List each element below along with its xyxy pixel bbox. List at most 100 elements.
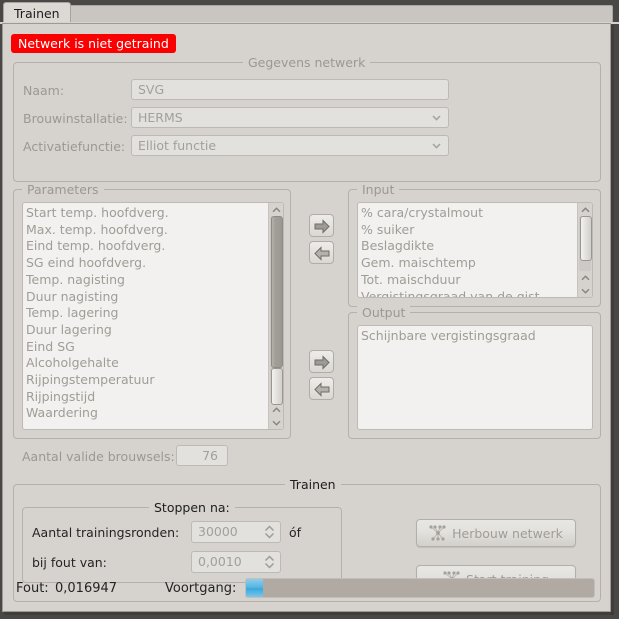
progress-bar-chunk <box>246 579 264 597</box>
error-threshold-spinbox[interactable]: 0,0010 <box>191 551 281 573</box>
progress-label: Voortgang: <box>165 581 237 596</box>
scroll-down-button[interactable] <box>269 416 283 429</box>
chevron-up-icon <box>271 207 281 213</box>
neural-network-icon <box>429 525 446 541</box>
error-threshold-label: bij fout van: <box>32 555 107 570</box>
scroll-down-button[interactable] <box>578 284 592 297</box>
list-item[interactable]: Beslagdikte <box>361 238 592 255</box>
spinner-arrows-icon[interactable] <box>264 554 275 570</box>
input-group-title: Input <box>357 182 400 197</box>
training-group: Trainen Stoppen na: Aantal trainingsrond… <box>13 477 601 602</box>
training-group-title: Trainen <box>285 477 341 492</box>
training-rounds-value: 30000 <box>198 524 238 539</box>
status-badge: Netwerk is niet getraind <box>11 34 176 53</box>
list-item[interactable]: Rijpingstemperatuur <box>26 372 283 389</box>
list-item[interactable]: Eind SG <box>26 339 283 356</box>
parameters-item-container: Start temp. hoofdverg. Max. temp. hoofdve… <box>23 203 283 422</box>
scroll-trough[interactable] <box>579 216 592 271</box>
input-scrollbar[interactable] <box>577 203 592 297</box>
list-item[interactable]: % cara/crystalmout <box>361 205 592 222</box>
output-listbox[interactable]: Schijnbare vergistingsgraad <box>357 325 593 430</box>
list-item[interactable]: Alcoholgehalte <box>26 355 283 372</box>
training-rounds-spinbox[interactable]: 30000 <box>191 521 281 543</box>
list-item[interactable]: Eind temp. hoofdverg. <box>26 238 283 255</box>
list-item[interactable]: Waardering <box>26 405 283 422</box>
output-group-title: Output <box>357 305 411 320</box>
error-status-label: Fout: <box>16 581 49 596</box>
naam-input[interactable]: SVG <box>131 79 449 100</box>
window-shadow-right <box>611 25 614 615</box>
scroll-up-button[interactable] <box>578 203 592 216</box>
network-data-group-title: Gegevens netwerk <box>243 55 371 70</box>
list-item[interactable]: Temp. nagisting <box>26 272 283 289</box>
brouwinstallatie-label: Brouwinstallatie: <box>23 111 128 126</box>
chevron-down-icon <box>580 288 590 294</box>
valid-brews-value: 76 <box>176 445 228 466</box>
tab-trainen[interactable]: Trainen <box>3 2 71 23</box>
parameters-scrollbar[interactable] <box>268 203 283 429</box>
activatiefunctie-combobox[interactable]: Elliot functie <box>131 135 449 156</box>
scroll-thumb[interactable] <box>271 216 283 368</box>
list-item[interactable]: Gem. maischtemp <box>361 255 592 272</box>
left-arrow-icon <box>313 382 329 397</box>
remove-from-input-button[interactable] <box>309 241 334 264</box>
parameters-group: Parameters Start temp. hoofdverg. Max. te… <box>13 182 291 439</box>
remove-from-output-button[interactable] <box>309 377 334 400</box>
scroll-up-button-bottom[interactable] <box>578 271 592 284</box>
list-item[interactable]: Rijpingstijd <box>26 389 283 406</box>
stop-condition-group-title: Stoppen na: <box>149 500 235 515</box>
rebuild-network-button[interactable]: Herbouw netwerk <box>416 519 576 547</box>
left-arrow-icon <box>313 246 329 261</box>
window-shadow-bottom <box>4 612 613 615</box>
list-item[interactable]: Tot. maischduur <box>361 272 592 289</box>
scroll-thumb-secondary[interactable] <box>271 368 283 405</box>
training-rounds-label: Aantal trainingsronden: <box>32 525 180 540</box>
chevron-up-icon <box>271 407 281 413</box>
list-item[interactable]: Duur lagering <box>26 322 283 339</box>
tab-page-trainen: Netwerk is niet getraind Gegevens netwer… <box>2 23 611 612</box>
right-arrow-icon <box>314 219 330 234</box>
output-item-container: Schijnbare vergistingsgraad <box>358 326 592 345</box>
activatiefunctie-value: Elliot functie <box>138 138 217 153</box>
error-threshold-value: 0,0010 <box>198 554 242 569</box>
input-group: Input % cara/crystalmout% suiker Beslagdi… <box>348 182 601 307</box>
list-item[interactable]: % suiker <box>361 222 592 239</box>
chevron-down-icon <box>432 142 441 149</box>
parameters-listbox[interactable]: Start temp. hoofdverg. Max. temp. hoofdve… <box>22 202 284 430</box>
scroll-thumb[interactable] <box>580 216 592 261</box>
chevron-up-icon <box>580 207 590 213</box>
add-to-output-button[interactable] <box>309 350 334 373</box>
chevron-down-icon <box>432 114 441 121</box>
list-item[interactable]: Duur nagisting <box>26 289 283 306</box>
stop-condition-group: Stoppen na: Aantal trainingsronden: 3000… <box>22 500 342 583</box>
or-label: óf <box>289 525 302 540</box>
parameters-group-title: Parameters <box>22 182 104 197</box>
naam-label: Naam: <box>23 83 65 98</box>
list-item[interactable]: Schijnbare vergistingsgraad <box>361 328 592 345</box>
input-item-container: % cara/crystalmout% suiker Beslagdikte Gem… <box>358 203 592 297</box>
input-listbox[interactable]: % cara/crystalmout% suiker Beslagdikte Gem… <box>357 202 593 298</box>
tab-bar-filler <box>62 5 613 23</box>
scroll-up-button[interactable] <box>269 203 283 216</box>
right-arrow-icon <box>314 355 330 370</box>
add-to-input-button[interactable] <box>309 214 334 237</box>
spinner-arrows-icon[interactable] <box>264 524 275 540</box>
chevron-down-icon <box>271 420 281 426</box>
list-item[interactable]: Temp. lagering <box>26 305 283 322</box>
chevron-up-icon <box>580 275 590 281</box>
activatiefunctie-label: Activatiefunctie: <box>23 139 126 154</box>
list-item[interactable]: SG eind hoofdverg. <box>26 255 283 272</box>
valid-brews-label: Aantal valide brouwsels: <box>22 449 175 464</box>
list-item[interactable]: Start temp. hoofdverg. <box>26 205 283 222</box>
tab-bar: Trainen <box>0 0 619 24</box>
brouwinstallatie-value: HERMS <box>138 110 183 125</box>
application-window: Trainen Netwerk is niet getraind Gegeven… <box>0 0 619 619</box>
network-data-group: Gegevens netwerk Naam: SVG Brouwinstalla… <box>13 55 601 182</box>
list-item[interactable]: Vergistingsgraad van de gist <box>361 289 592 297</box>
scroll-trough[interactable] <box>270 216 283 405</box>
scroll-up-button-bottom[interactable] <box>269 403 283 416</box>
list-item[interactable]: Max. temp. hoofdverg. <box>26 222 283 239</box>
brouwinstallatie-combobox[interactable]: HERMS <box>131 107 449 128</box>
output-group: Output Schijnbare vergistingsgraad <box>348 305 601 439</box>
progress-bar <box>245 578 595 598</box>
